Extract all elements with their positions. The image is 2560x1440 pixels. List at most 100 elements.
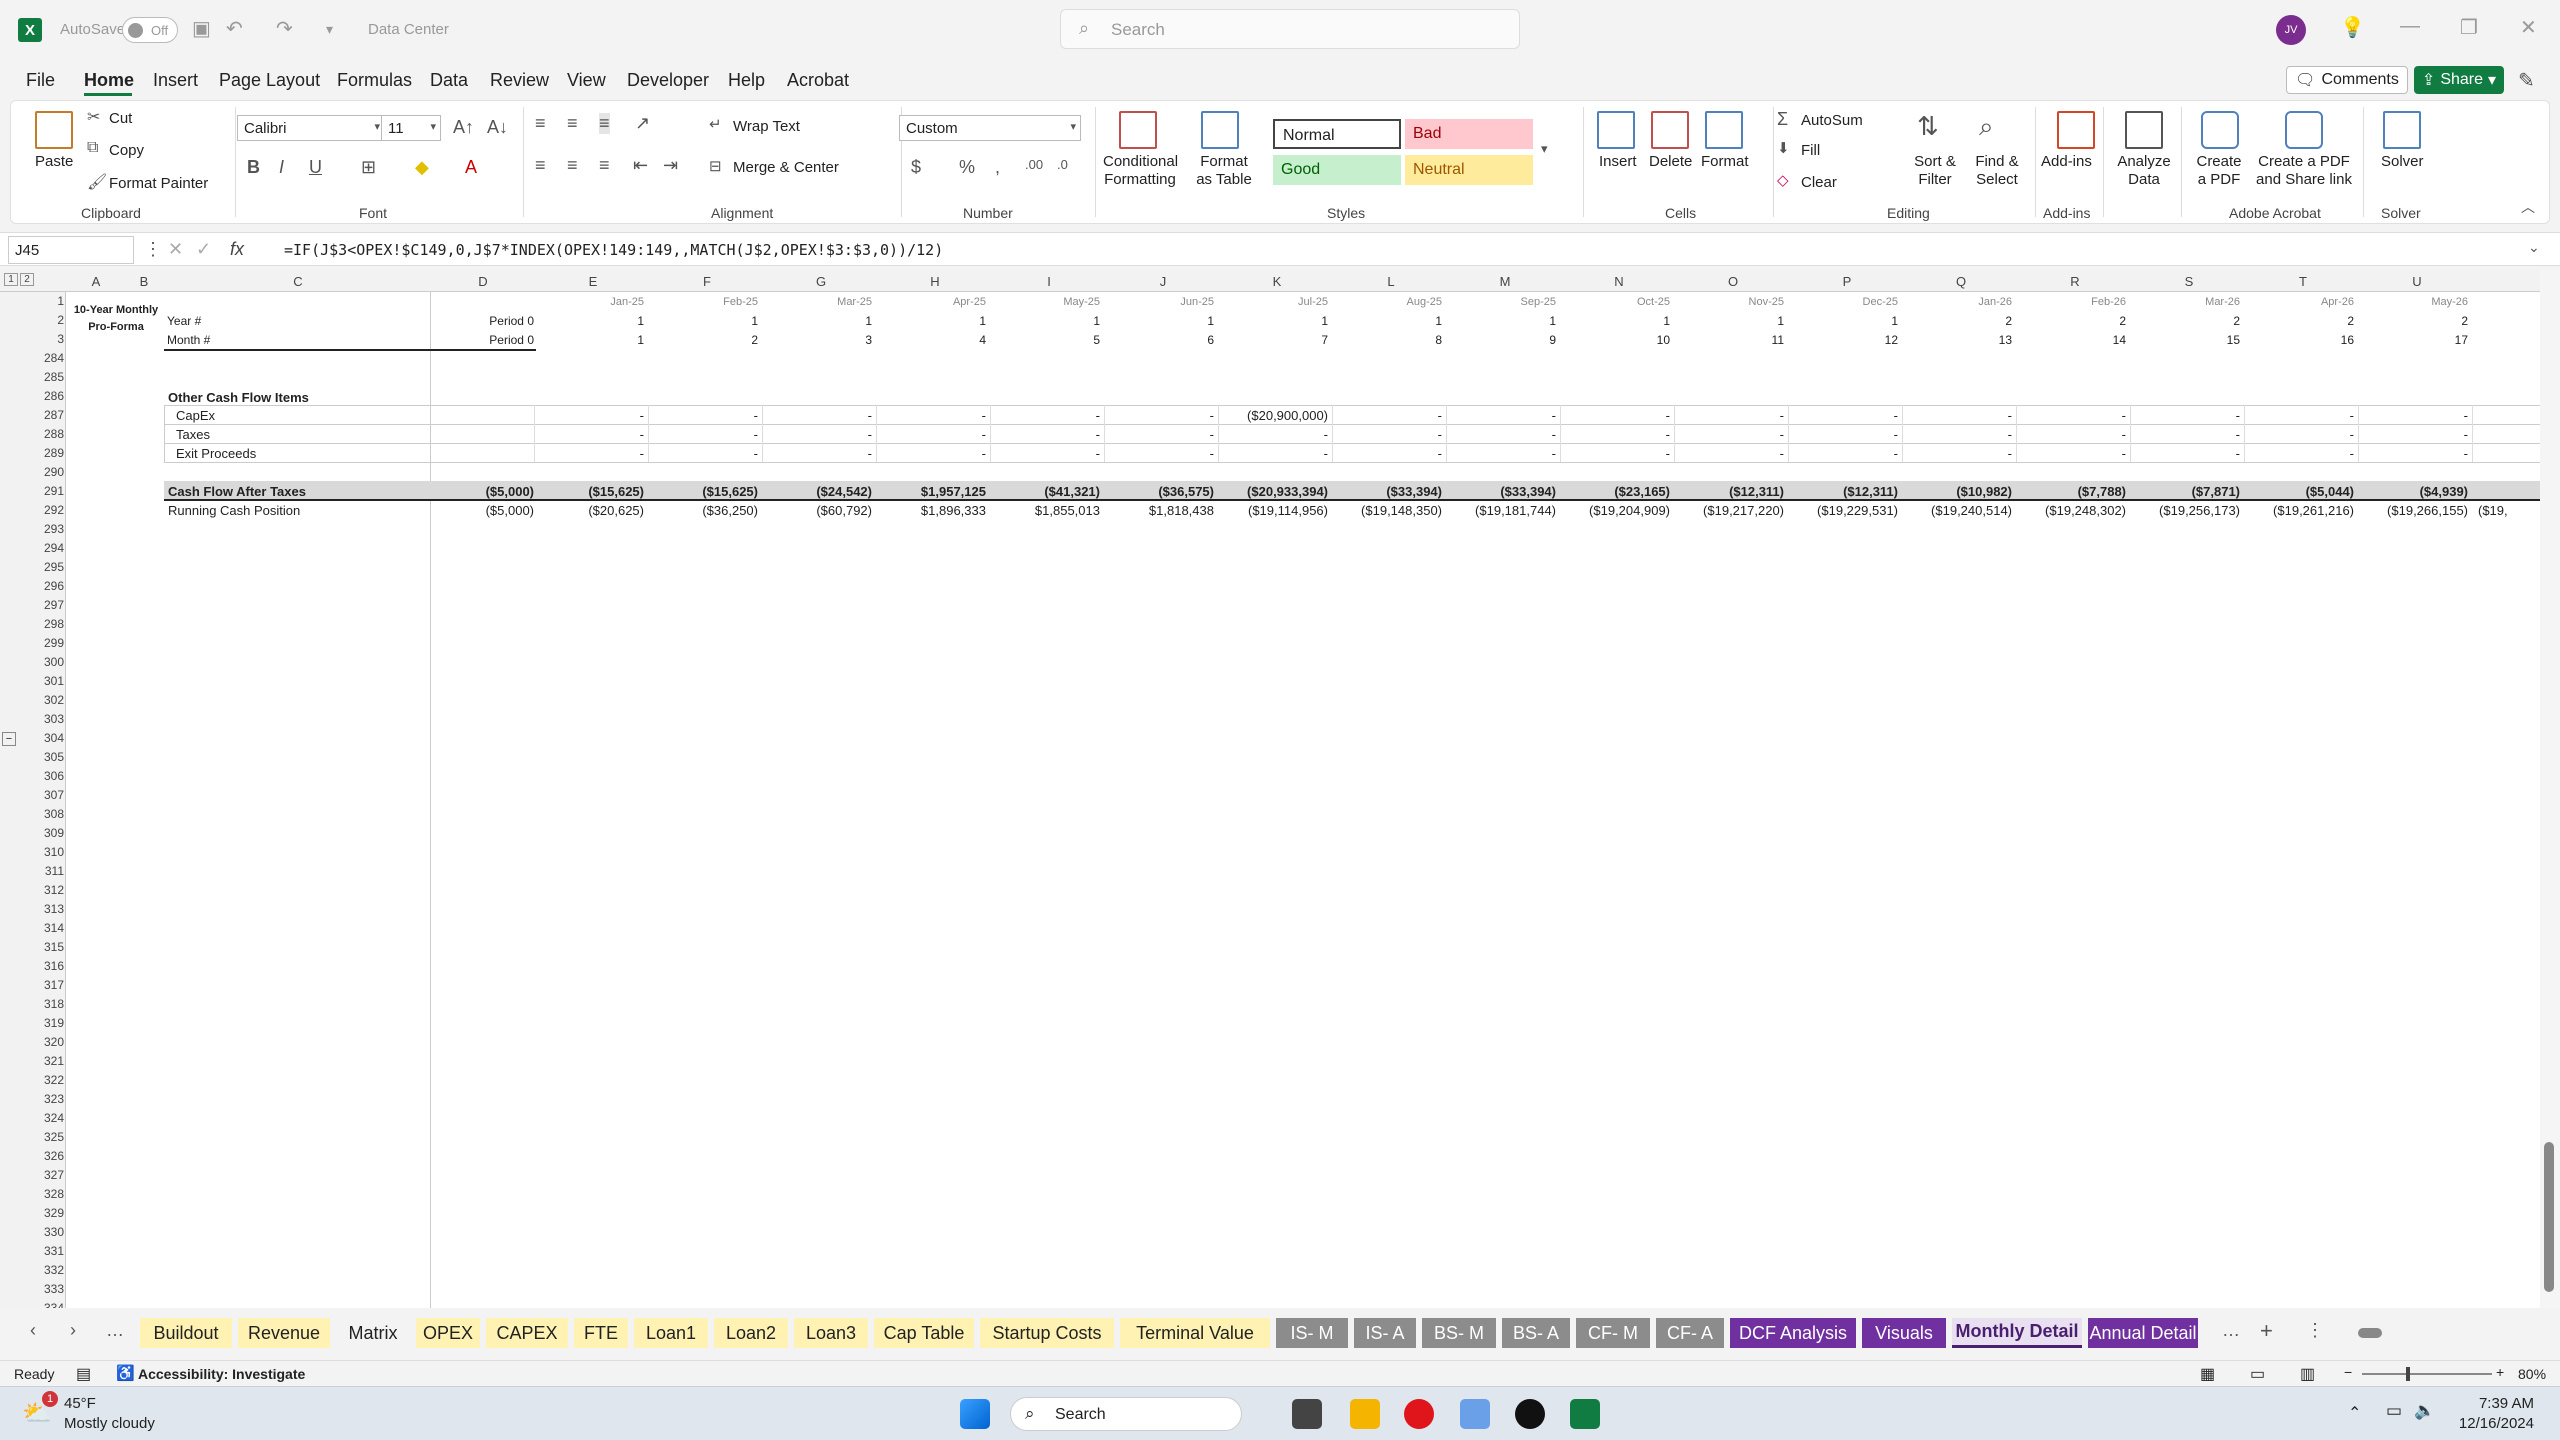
document-title[interactable]: Data Center	[368, 21, 449, 38]
rcp-cell[interactable]: ($19,148,350)	[1334, 503, 1442, 518]
column-header[interactable]: H	[878, 274, 992, 289]
row-number[interactable]: 288	[26, 427, 64, 441]
column-header[interactable]: F	[650, 274, 764, 289]
row-number[interactable]: 311	[26, 864, 64, 878]
row-number[interactable]: 301	[26, 674, 64, 688]
save-icon[interactable]: ▣	[192, 16, 211, 41]
row-number[interactable]: 323	[26, 1092, 64, 1106]
column-header[interactable]: I	[992, 274, 1106, 289]
upwork-icon[interactable]	[1515, 1399, 1545, 1429]
column-header[interactable]: R	[2018, 274, 2132, 289]
worksheet-grid[interactable]: 1 2 ABCDEFGHIJKLMNOPQRSTU 1 2 3 284 285 286 28…	[0, 270, 2560, 1315]
row-number[interactable]: 3	[26, 332, 64, 346]
exit-proceeds-cell[interactable]: -	[1676, 446, 1784, 461]
tab-help[interactable]: Help	[728, 70, 765, 91]
sheet-tab[interactable]: Monthly Detail	[1952, 1318, 2082, 1348]
more-icon[interactable]: ⋮	[144, 239, 162, 260]
analyze-data-button[interactable]: Analyze Data	[2115, 153, 2173, 189]
column-header[interactable]: E	[536, 274, 650, 289]
cfat-cell[interactable]: ($33,394)	[1334, 484, 1442, 499]
row-number[interactable]: 318	[26, 997, 64, 1011]
row-number[interactable]: 305	[26, 750, 64, 764]
align-right-icon[interactable]: ≡	[599, 155, 610, 176]
row-number[interactable]: 331	[26, 1244, 64, 1258]
autosum-button[interactable]: AutoSum	[1801, 112, 1863, 129]
search-input[interactable]: ⌕ Search	[1060, 9, 1520, 49]
capex-cell[interactable]: -	[1448, 408, 1556, 423]
sheet-tab[interactable]: Startup Costs	[980, 1318, 1114, 1348]
sheet-tab[interactable]: IS- M	[1276, 1318, 1348, 1348]
column-header[interactable]: G	[764, 274, 878, 289]
column-header[interactable]: J	[1106, 274, 1220, 289]
cfat-cell[interactable]: ($12,311)	[1790, 484, 1898, 499]
taxes-cell[interactable]: -	[650, 427, 758, 442]
sheet-tab[interactable]: Visuals	[1862, 1318, 1946, 1348]
cfat-cell[interactable]: ($20,933,394)	[1220, 484, 1328, 499]
row-number[interactable]: 332	[26, 1263, 64, 1277]
orientation-icon[interactable]: ↗	[635, 113, 650, 134]
accessibility-status[interactable]: Accessibility: Investigate	[138, 1366, 305, 1382]
exit-proceeds-cell[interactable]: -	[2246, 446, 2354, 461]
row-number[interactable]: 329	[26, 1206, 64, 1220]
row-number[interactable]: 330	[26, 1225, 64, 1239]
next-sheet-icon[interactable]: ›	[70, 1320, 76, 1341]
rcp-cell[interactable]: ($19,181,744)	[1448, 503, 1556, 518]
macro-record-icon[interactable]: ▤	[76, 1364, 91, 1384]
prev-sheet-icon[interactable]: ‹	[30, 1320, 36, 1341]
align-top-icon[interactable]: ≡	[535, 113, 546, 134]
tab-home[interactable]: Home	[84, 70, 134, 91]
comments-button[interactable]: 🗨 Comments	[2286, 66, 2408, 94]
sheet-tab[interactable]: Cap Table	[874, 1318, 974, 1348]
formula-input[interactable]: =IF(J$3<OPEX!$C149,0,J$7*INDEX(OPEX!149:…	[284, 241, 943, 259]
sheet-tab[interactable]: BS- M	[1422, 1318, 1496, 1348]
row-number[interactable]: 296	[26, 579, 64, 593]
tab-formulas[interactable]: Formulas	[337, 70, 412, 91]
capex-cell[interactable]: -	[1562, 408, 1670, 423]
capex-cell[interactable]: ($20,900,000)	[1220, 408, 1328, 423]
avatar[interactable]: JV	[2276, 15, 2306, 45]
task-view-icon[interactable]	[1292, 1399, 1322, 1429]
rcp-cell[interactable]: ($19,248,302)	[2018, 503, 2126, 518]
confirm-formula-icon[interactable]: ✓	[196, 239, 211, 260]
exit-proceeds-cell[interactable]: -	[878, 446, 986, 461]
clock-date[interactable]: 12/16/2024	[2440, 1415, 2534, 1432]
merge-center-button[interactable]: Merge & Center	[733, 159, 839, 176]
exit-proceeds-cell[interactable]: -	[992, 446, 1100, 461]
taxes-cell[interactable]: -	[1562, 427, 1670, 442]
sheet-tab[interactable]: Loan3	[794, 1318, 868, 1348]
exit-proceeds-cell[interactable]: -	[1334, 446, 1442, 461]
taxes-cell[interactable]: -	[1106, 427, 1214, 442]
capex-cell[interactable]: -	[1106, 408, 1214, 423]
insert-function-icon[interactable]: fx	[230, 239, 244, 260]
cfat-cell[interactable]: ($15,625)	[536, 484, 644, 499]
rcp-cell[interactable]: $1,855,013	[992, 503, 1100, 518]
sheet-tab[interactable]: CF- M	[1576, 1318, 1650, 1348]
taxes-cell[interactable]: -	[536, 427, 644, 442]
font-size-select[interactable]: 11 ▾	[381, 115, 441, 141]
column-header[interactable]: N	[1562, 274, 1676, 289]
column-header[interactable]: M	[1448, 274, 1562, 289]
row-number[interactable]: 285	[26, 370, 64, 384]
sheet-tab[interactable]: Loan1	[634, 1318, 708, 1348]
rcp-cell[interactable]: ($19,114,956)	[1220, 503, 1328, 518]
page-layout-view-icon[interactable]: ▭	[2250, 1364, 2265, 1384]
column-header[interactable]: Q	[1904, 274, 2018, 289]
row-number[interactable]: 317	[26, 978, 64, 992]
decrease-font-icon[interactable]: A↓	[487, 117, 508, 138]
rcp-cell[interactable]: $1,818,438	[1106, 503, 1214, 518]
row-number[interactable]: 316	[26, 959, 64, 973]
zoom-slider[interactable]	[2362, 1367, 2492, 1381]
tab-view[interactable]: View	[567, 70, 606, 91]
row-number[interactable]: 309	[26, 826, 64, 840]
taxes-cell[interactable]: -	[2018, 427, 2126, 442]
style-bad[interactable]: Bad	[1405, 119, 1533, 149]
rcp-cell[interactable]: ($19,261,216)	[2246, 503, 2354, 518]
column-header[interactable]: B	[122, 274, 166, 289]
lightbulb-icon[interactable]: 💡	[2340, 15, 2365, 40]
row-number[interactable]: 304	[26, 731, 64, 745]
scroll-thumb[interactable]	[2544, 1142, 2554, 1292]
row-number[interactable]: 303	[26, 712, 64, 726]
rcp-cell[interactable]: ($19,229,531)	[1790, 503, 1898, 518]
collapse-group-icon[interactable]: −	[2, 732, 16, 746]
rcp-cell[interactable]: ($20,625)	[536, 503, 644, 518]
